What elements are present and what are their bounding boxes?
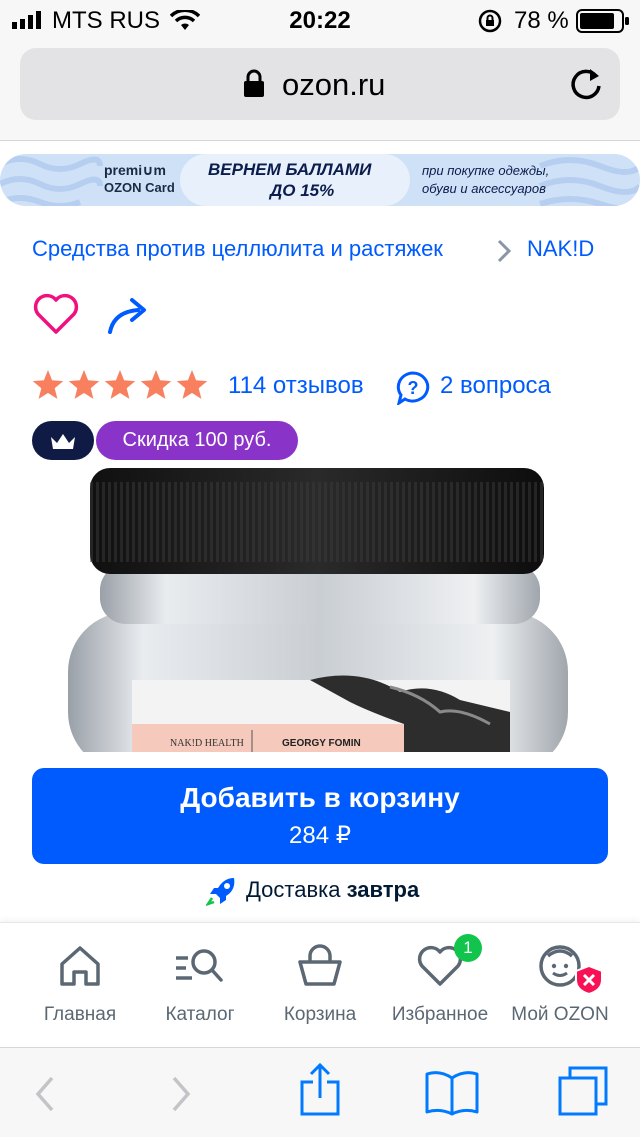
catalog-search-icon [176, 949, 223, 982]
star-icon [104, 370, 136, 399]
add-to-cart-label: Добавить в корзину [180, 782, 460, 813]
discount-badge: Скидка 100 руб. [96, 421, 298, 460]
banner-subtext-2: обуви и аксессуаров [422, 181, 546, 196]
lock-icon [244, 69, 264, 97]
security-warning-icon [575, 964, 603, 996]
banner-brand-premium: premi∪m [104, 162, 166, 178]
breadcrumb-category[interactable]: Средства против целлюлита и растяжек [32, 236, 443, 262]
favorite-heart-icon[interactable] [32, 292, 80, 336]
questions-link[interactable]: 2 вопроса [440, 372, 551, 400]
breadcrumb-brand[interactable]: NAK!D [527, 236, 594, 262]
reload-icon[interactable] [568, 66, 604, 102]
basket-icon [298, 944, 342, 986]
bookmarks-icon[interactable] [424, 1068, 480, 1118]
tab-catalog-label[interactable]: Каталог [140, 1004, 260, 1026]
battery-icon [576, 9, 629, 33]
star-icon [68, 370, 100, 399]
share-icon[interactable] [298, 1062, 342, 1118]
delivery-info: Доставка завтра [246, 877, 419, 903]
forward-arrow-icon[interactable] [170, 1074, 194, 1114]
tab-cart-label[interactable]: Корзина [260, 1004, 380, 1026]
banner-subtext-1: при покупке одежды, [422, 163, 550, 178]
product-label-left: NAK!D HEALTH [170, 738, 244, 749]
banner-headline-2: ДО 15% [270, 181, 335, 200]
home-icon [60, 946, 100, 986]
url-text[interactable]: ozon.ru [282, 67, 385, 103]
product-price: 284 ₽ [289, 822, 351, 849]
add-to-cart-button[interactable]: Добавить в корзину 284 ₽ [32, 768, 608, 864]
tabs-icon[interactable] [556, 1064, 610, 1118]
product-jar-illustration: NAK!D HEALTH GEORGY FOMIN [68, 468, 568, 752]
share-arrow-icon[interactable] [106, 294, 152, 336]
banner-brand-card: OZON Card [104, 180, 175, 195]
tab-home-label[interactable]: Главная [20, 1004, 140, 1026]
star-icon [176, 370, 208, 399]
banner-headline-1: ВЕРНЕМ БАЛЛАМИ [208, 160, 372, 179]
rocket-icon [206, 878, 235, 906]
rating-stars [32, 370, 208, 399]
question-bubble-icon[interactable]: ? [396, 371, 430, 405]
premium-badge [32, 421, 94, 460]
star-icon [32, 370, 64, 399]
delivery-prefix: Доставка [246, 877, 341, 902]
delivery-when: завтра [346, 877, 420, 902]
crown-icon [51, 434, 75, 449]
back-arrow-icon[interactable] [32, 1074, 56, 1114]
tab-my-ozon-label[interactable]: Мой OZON [500, 1004, 620, 1026]
reviews-link[interactable]: 114 отзывов [228, 372, 364, 400]
promo-banner[interactable]: premi∪m OZON Card ВЕРНЕМ БАЛЛАМИ ДО 15% … [0, 154, 640, 206]
favorites-count-badge: 1 [454, 934, 482, 962]
product-label-right: GEORGY FOMIN [282, 738, 361, 749]
rotation-lock-icon [478, 9, 502, 33]
svg-text:?: ? [408, 378, 419, 398]
product-image[interactable]: NAK!D HEALTH GEORGY FOMIN [60, 462, 620, 752]
star-icon [140, 370, 172, 399]
tab-favorites-label[interactable]: Избранное [380, 1004, 500, 1026]
chevron-right-icon [497, 239, 512, 263]
status-bar: MTS RUS 20:22 78 % [0, 0, 640, 40]
battery-percent: 78 % [514, 7, 569, 34]
